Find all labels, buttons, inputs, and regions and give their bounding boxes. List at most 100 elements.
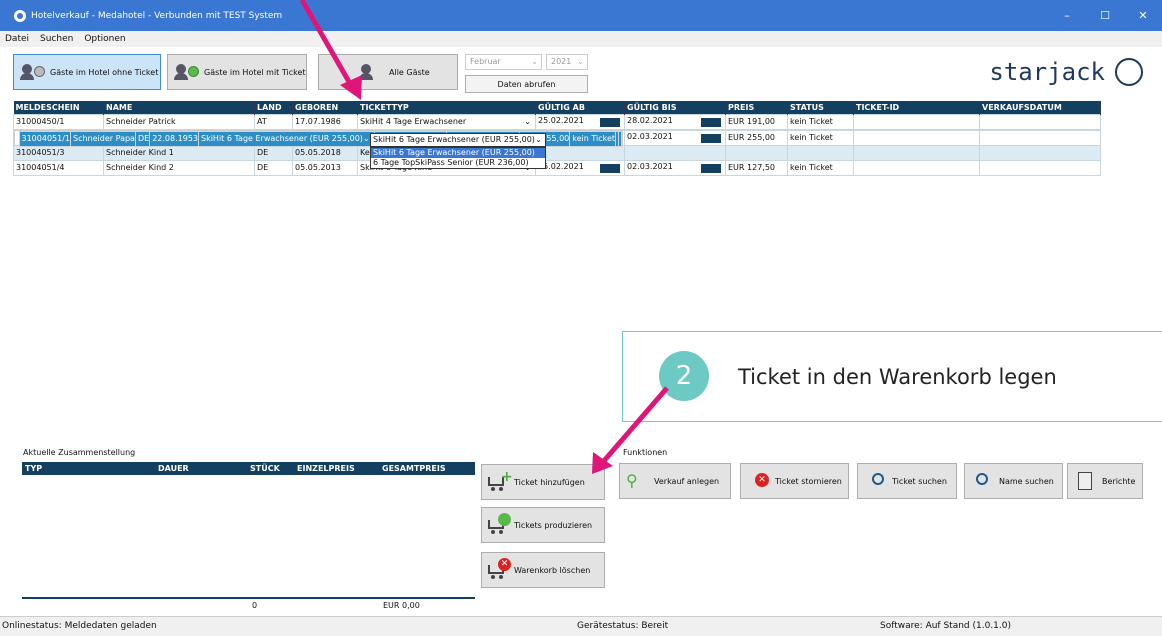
table-row[interactable]: 31004051/4Schneider Kind 2DE05.05.2013Sk… xyxy=(13,159,1101,176)
guests-with-ticket-button[interactable]: Gäste im Hotel mit Ticket xyxy=(167,54,307,90)
clear-cart-button[interactable]: ✕ Warenkorb löschen xyxy=(481,552,605,588)
table-cell: DE xyxy=(254,159,293,176)
tickettype-options: SkiHit 6 Tage Erwachsener (EUR 255,00) 6… xyxy=(370,147,546,169)
cell-text: Schneider Papa xyxy=(73,133,135,143)
fetch-data-button[interactable]: Daten abrufen xyxy=(465,75,588,93)
step-number: 2 xyxy=(659,351,709,401)
guest-grey-icon xyxy=(20,63,46,81)
cell-text: Schneider Kind 1 xyxy=(106,148,174,157)
total-price: EUR 0,00 xyxy=(383,601,420,610)
table-cell: 31004051/4 xyxy=(13,159,104,176)
close-button[interactable]: ✕ xyxy=(1124,0,1162,31)
search-icon xyxy=(971,471,995,491)
device-status: Gerätestatus: Bereit xyxy=(577,621,669,631)
menu-suchen[interactable]: Suchen xyxy=(40,34,73,44)
col-header[interactable]: TICKETTYP xyxy=(357,101,536,114)
year-select[interactable]: 2021 ⌄ xyxy=(546,54,588,70)
month-select[interactable]: Februar ⌄ xyxy=(465,54,542,70)
menu-datei[interactable]: Datei xyxy=(5,34,29,44)
tickettype-dropdown[interactable]: SkiHit 6 Tage Erwachsener (EUR 255,00) ⌄ xyxy=(370,133,546,147)
table-cell xyxy=(787,144,854,161)
option-skihit-6[interactable]: SkiHit 6 Tage Erwachsener (EUR 255,00) xyxy=(371,148,545,158)
cell-text: SkiHit 4 Tage Erwachsener xyxy=(360,117,467,126)
col-header[interactable]: VERKAUFSDATUM xyxy=(979,101,1101,114)
title-bar: Hotelverkauf - Medahotel - Verbunden mit… xyxy=(0,0,1162,31)
callout-text: Ticket in den Warenkorb legen xyxy=(738,365,1057,389)
cell-text: 02.03.2021 xyxy=(627,162,673,171)
table-cell: DE xyxy=(254,144,293,161)
date-adjust-icon[interactable] xyxy=(701,164,721,173)
cell-text: 05.05.2018 xyxy=(295,148,341,157)
table-cell[interactable]: SkiHit 6 Tage Erwachsener (EUR 255,00)⌄ xyxy=(198,130,375,147)
table-row[interactable]: 31004051/3 Schneider Kind 1 DE 05.05.2018 Ke… xyxy=(13,144,1101,161)
status-bar: Onlinestatus: Meldedaten geladen Gerätes… xyxy=(0,616,1162,636)
search-ticket-button[interactable]: Ticket suchen xyxy=(857,463,957,499)
produce-tickets-button[interactable]: Tickets produzieren xyxy=(481,507,605,543)
table-cell: Schneider Kind 2 xyxy=(103,159,255,176)
table-cell xyxy=(979,113,1101,130)
date-adjust-icon[interactable] xyxy=(701,134,721,143)
cell-text: EUR 191,00 xyxy=(728,117,776,126)
cancel-ticket-button[interactable]: ✕ Ticket stornieren xyxy=(740,463,849,499)
table-cell xyxy=(853,129,980,146)
menu-bar: Datei Suchen Optionen xyxy=(0,31,1162,47)
table-cell: DE xyxy=(134,130,151,147)
search-icon xyxy=(864,471,888,491)
callout-box: 2 Ticket in den Warenkorb legen xyxy=(622,331,1162,422)
table-cell: Schneider Papa xyxy=(70,130,136,147)
table-cell: 31004051/1 xyxy=(18,130,72,147)
minimize-button[interactable]: – xyxy=(1048,0,1086,31)
table-cell: 25.02.2021 xyxy=(535,159,625,176)
table-cell: 02.03.2021 xyxy=(624,159,726,176)
col-header[interactable]: GÜLTIG AB xyxy=(535,101,625,114)
maximize-button[interactable]: ☐ xyxy=(1086,0,1124,31)
cell-text: kein Ticket xyxy=(790,133,833,142)
window-title: Hotelverkauf - Medahotel - Verbunden mit… xyxy=(31,10,283,21)
col-header[interactable]: STATUS xyxy=(787,101,854,114)
date-adjust-icon[interactable] xyxy=(600,118,620,127)
date-adjust-icon[interactable] xyxy=(701,118,721,127)
col-header[interactable]: PREIS xyxy=(725,101,788,114)
table-cell xyxy=(624,144,726,161)
col-header[interactable]: NAME xyxy=(103,101,255,114)
table-cell[interactable]: SkiHit 4 Tage Erwachsener ⌄ xyxy=(357,113,536,130)
table-cell: Schneider Kind 1 xyxy=(103,144,255,161)
table-cell xyxy=(853,144,980,161)
all-guests-button[interactable]: Alle Gäste xyxy=(318,54,458,90)
chevron-down-icon: ⌄ xyxy=(577,57,584,66)
guests-icon xyxy=(359,63,385,81)
create-sale-button[interactable]: ⚲ Verkauf anlegen xyxy=(619,463,731,499)
cell-text: 05.05.2013 xyxy=(295,163,341,172)
summary-header: TYP DAUER STÜCK EINZELPREIS GESAMTPREIS xyxy=(22,462,475,475)
table-row[interactable]: 31000450/1 Schneider Patrick AT 17.07.1986 S… xyxy=(13,113,1101,130)
table-cell: AT xyxy=(254,113,293,130)
menu-optionen[interactable]: Optionen xyxy=(84,34,125,44)
col-header[interactable]: GEBOREN xyxy=(292,101,358,114)
toolbar: Gäste im Hotel ohne Ticket Gäste im Hote… xyxy=(13,49,1160,95)
col-header[interactable]: MELDESCHEIN xyxy=(13,101,104,114)
option-topskipass-senior[interactable]: 6 Tage TopSkiPass Senior (EUR 236,00) xyxy=(371,158,545,168)
col-header[interactable]: LAND xyxy=(254,101,293,114)
user-add-icon: ⚲ xyxy=(626,471,638,490)
cell-text: DE xyxy=(257,163,269,172)
cell-text: 28.02.2021 xyxy=(627,116,673,125)
table-cell: kein Ticket xyxy=(569,130,617,147)
table-cell xyxy=(535,144,625,161)
col-header[interactable]: GÜLTIG BIS xyxy=(624,101,726,114)
cell-text: DE xyxy=(137,133,150,143)
search-name-button[interactable]: Name suchen xyxy=(964,463,1063,499)
reports-button[interactable]: Berichte xyxy=(1067,463,1143,499)
guests-without-ticket-button[interactable]: Gäste im Hotel ohne Ticket xyxy=(13,54,161,90)
table-cell xyxy=(618,130,623,147)
cell-text: EUR 255,00 xyxy=(728,133,776,142)
cell-text: 02.03.2021 xyxy=(627,132,673,141)
cell-text: 25.02.2021 xyxy=(538,116,584,125)
cell-text: Schneider Kind 2 xyxy=(106,163,174,172)
cell-text: 31000450/1 xyxy=(16,117,65,126)
app-icon xyxy=(14,9,26,22)
add-ticket-button[interactable]: + Ticket hinzufügen xyxy=(481,464,605,500)
cell-text: Schneider Patrick xyxy=(106,117,176,126)
col-header[interactable]: TICKET-ID xyxy=(853,101,980,114)
cell-text: EUR 127,50 xyxy=(728,163,776,172)
date-adjust-icon[interactable] xyxy=(600,164,620,173)
